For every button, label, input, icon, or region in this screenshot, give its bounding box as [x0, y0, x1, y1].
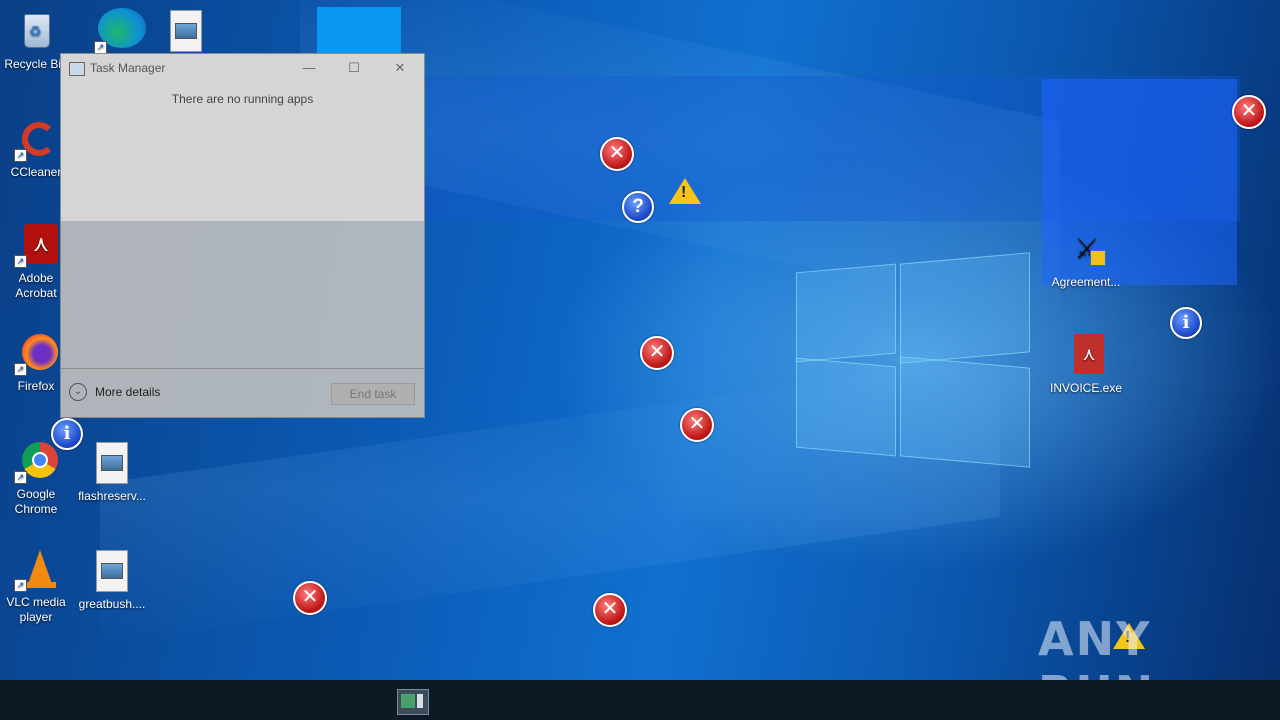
- close-button[interactable]: ✕: [385, 58, 415, 78]
- firefox-icon: ↗: [14, 332, 58, 376]
- desktop-icon-flashreserv[interactable]: flashreserv...: [78, 442, 146, 504]
- error-icon: ✕: [640, 336, 674, 370]
- desktop-icon-label: CCleaner: [10, 165, 62, 179]
- error-icon: ✕: [680, 408, 714, 442]
- desktop-icon-label: Recycle Bin: [4, 57, 68, 71]
- desktop-icon-edge[interactable]: ↗: [84, 8, 148, 57]
- desktop-icon-image-file[interactable]: [154, 10, 218, 57]
- empty-apps-message: There are no running apps: [171, 92, 314, 106]
- desktop-icon-label: INVOICE.exe: [1050, 381, 1123, 395]
- desktop-icon-recycle-bin[interactable]: ♻ Recycle Bin: [4, 10, 68, 72]
- shortcut-arrow-icon: ↗: [14, 579, 27, 592]
- desktop-icon-agreement[interactable]: ⚔ Agreement...: [1050, 228, 1122, 290]
- title-bar[interactable]: Task Manager — ☐ ✕: [61, 54, 424, 82]
- minimize-button[interactable]: —: [294, 58, 324, 78]
- shortcut-arrow-icon: ↗: [14, 149, 27, 162]
- task-manager-icon: [69, 62, 85, 76]
- desktop-icon-label: Firefox: [17, 379, 55, 393]
- more-details-button[interactable]: ⌄ More details: [69, 383, 160, 401]
- desktop-icon-label: Google Chrome: [14, 487, 58, 516]
- chrome-icon: ↗: [14, 440, 58, 484]
- error-icon: ✕: [600, 137, 634, 171]
- windows-logo: [796, 242, 1030, 478]
- taskbar: [0, 680, 1280, 720]
- taskbar-task-manager-icon[interactable]: [397, 689, 429, 715]
- ccleaner-icon: ↗: [14, 118, 58, 162]
- anyrun-watermark: ANY RUN: [1038, 612, 1153, 680]
- shortcut-arrow-icon: ↗: [14, 363, 27, 376]
- desktop-icon-label: flashreserv...: [78, 489, 146, 503]
- recycle-bin-icon: ♻: [14, 10, 58, 54]
- task-manager-window[interactable]: Task Manager — ☐ ✕ There are no running …: [60, 53, 425, 418]
- agreement-exe-icon: ⚔: [1064, 228, 1108, 272]
- desktop-icon-firefox[interactable]: ↗ Firefox: [4, 332, 68, 394]
- chevron-down-icon: ⌄: [69, 383, 87, 401]
- image-file-icon: [90, 550, 134, 594]
- desktop-icon-label: Agreement...: [1051, 275, 1121, 289]
- error-icon: ✕: [1232, 95, 1266, 129]
- edge-icon: ↗: [94, 8, 146, 54]
- shortcut-arrow-icon: ↗: [14, 255, 27, 268]
- desktop-icon-adobe-acrobat[interactable]: ⋏ ↗ Adobe Acrobat: [4, 224, 68, 301]
- more-details-label: More details: [95, 385, 161, 399]
- warning-icon: !: [669, 178, 701, 204]
- desktop-icon-label: Adobe Acrobat: [15, 271, 57, 300]
- window-title: Task Manager: [90, 61, 166, 75]
- end-task-button[interactable]: End task: [331, 383, 415, 405]
- pdf-icon: ⋏ ↗: [14, 224, 58, 268]
- image-file-icon: [90, 442, 134, 486]
- image-file-icon: [164, 10, 208, 54]
- info-icon: i: [1170, 307, 1202, 339]
- desktop-icon-label: VLC media player: [6, 595, 66, 624]
- task-manager-footer: ⌄ More details End task: [61, 368, 424, 418]
- info-icon: i: [51, 418, 83, 450]
- desktop-icon-google-chrome[interactable]: ↗ Google Chrome: [4, 440, 68, 517]
- vlc-icon: ↗: [14, 548, 58, 592]
- question-icon: ?: [622, 191, 654, 223]
- desktop-icon-invoice[interactable]: ⋏ INVOICE.exe: [1050, 334, 1122, 396]
- error-icon: ✕: [293, 581, 327, 615]
- desktop-icon-greatbush[interactable]: greatbush....: [78, 550, 146, 612]
- invoice-exe-icon: ⋏: [1064, 334, 1108, 378]
- shortcut-arrow-icon: ↗: [14, 471, 27, 484]
- desktop-icon-ccleaner[interactable]: ↗ CCleaner: [4, 118, 68, 180]
- error-icon: ✕: [593, 593, 627, 627]
- maximize-button[interactable]: ☐: [339, 58, 369, 78]
- desktop-icon-label: greatbush....: [78, 597, 146, 611]
- desktop-icon-vlc[interactable]: ↗ VLC media player: [4, 548, 68, 625]
